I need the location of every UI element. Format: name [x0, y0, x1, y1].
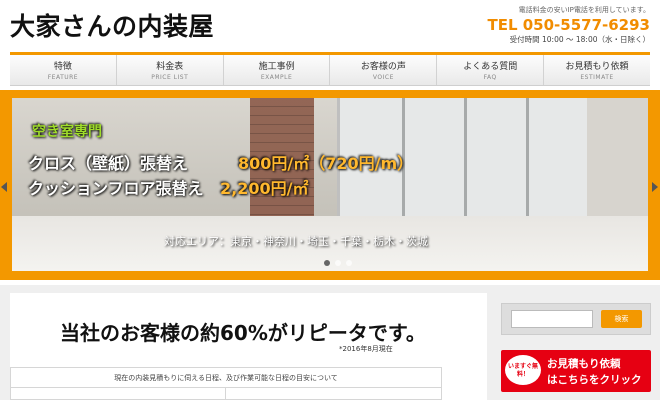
slide-vacant-heading: 空き室専門: [32, 124, 102, 140]
hero-slide[interactable]: 空き室専門 クロス（壁紙）張替え 800円/㎡（720円/m） クッションフロア…: [12, 98, 648, 271]
slider-dot[interactable]: [346, 260, 352, 266]
schedule-table-row: [11, 388, 441, 400]
free-badge: いますぐ無料！: [505, 355, 541, 385]
search-box: 検索: [501, 303, 651, 335]
search-button[interactable]: 検索: [601, 310, 642, 328]
phone-number[interactable]: TEL 050-5577-6293: [487, 16, 650, 34]
nav-item-feature[interactable]: 特徴 FEATURE: [10, 55, 116, 85]
nav-label: 施工事例: [258, 62, 295, 72]
phone-note: 電話料金の安いIP電話を利用しています。: [518, 6, 650, 14]
nav-sublabel: PRICE LIST: [151, 74, 189, 81]
nav-sublabel: ESTIMATE: [580, 74, 614, 81]
slide-cloth-price: 800円/㎡（720円/m）: [238, 154, 414, 173]
site-logo[interactable]: 大家さんの内装屋: [10, 7, 214, 43]
business-hours: 受付時間 10:00 ～ 18:00（水・日除く）: [509, 35, 650, 44]
slider-pagination: [324, 260, 352, 266]
estimate-banner[interactable]: いますぐ無料！ お見積もり依頼 はこちらをクリック: [501, 350, 651, 392]
nav-item-estimate[interactable]: お見積もり依頼 ESTIMATE: [543, 55, 650, 85]
nav-label: よくある質問: [463, 62, 518, 72]
nav-item-voice[interactable]: お客様の声 VOICE: [329, 55, 436, 85]
slider-dot[interactable]: [335, 260, 341, 266]
nav-sublabel: FEATURE: [47, 74, 79, 81]
estimate-banner-title: お見積もり依頼: [547, 358, 621, 370]
schedule-table: 現在の内装見積もりに伺える日程、及び作業可能な日程の目安について: [10, 367, 442, 400]
search-input[interactable]: [511, 310, 593, 328]
estimate-banner-cta: はこちらをクリック: [547, 374, 642, 386]
nav-sublabel: EXAMPLE: [260, 74, 293, 81]
global-nav: 特徴 FEATURE 料金表 PRICE LIST 施工事例 EXAMPLE お…: [10, 52, 650, 86]
slider-dot[interactable]: [324, 260, 330, 266]
nav-item-price-list[interactable]: 料金表 PRICE LIST: [115, 55, 223, 85]
schedule-table-header: 現在の内装見積もりに伺える日程、及び作業可能な日程の目安について: [11, 368, 441, 388]
slide-wall: [587, 98, 648, 223]
headline-footnote: *2016年8月現在: [339, 345, 393, 353]
site-header: 大家さんの内装屋 電話料金の安いIP電話を利用しています。 TEL 050-55…: [0, 0, 660, 48]
table-cell: [11, 388, 226, 400]
nav-label: お客様の声: [360, 62, 406, 72]
nav-label: お見積もり依頼: [565, 62, 629, 72]
nav-label: 特徴: [53, 62, 72, 72]
repeat-customer-headline: 当社のお客様の約60%がリピータです。: [60, 321, 426, 345]
slide-cushion-price: 2,200円/㎡: [220, 179, 309, 198]
nav-label: 料金表: [156, 62, 184, 72]
slider-prev-arrow-icon[interactable]: [1, 182, 7, 192]
nav-item-example[interactable]: 施工事例 EXAMPLE: [222, 55, 330, 85]
slide-cloth-label: クロス（壁紙）張替え: [28, 154, 189, 173]
main-content: 当社のお客様の約60%がリピータです。 *2016年8月現在 現在の内装見積もり…: [10, 293, 487, 400]
table-cell: [226, 388, 441, 400]
nav-item-faq[interactable]: よくある質問 FAQ: [436, 55, 543, 85]
slide-service-area: 対応エリア：東京・神奈川・埼玉・千葉・栃木・茨城: [164, 235, 428, 248]
nav-sublabel: VOICE: [372, 74, 394, 81]
contact-info: 電話料金の安いIP電話を利用しています。 TEL 050-5577-6293 受…: [487, 5, 650, 45]
slider-next-arrow-icon[interactable]: [652, 182, 658, 192]
nav-sublabel: FAQ: [483, 74, 497, 81]
slide-cushion-label: クッションフロア張替え: [28, 179, 204, 198]
